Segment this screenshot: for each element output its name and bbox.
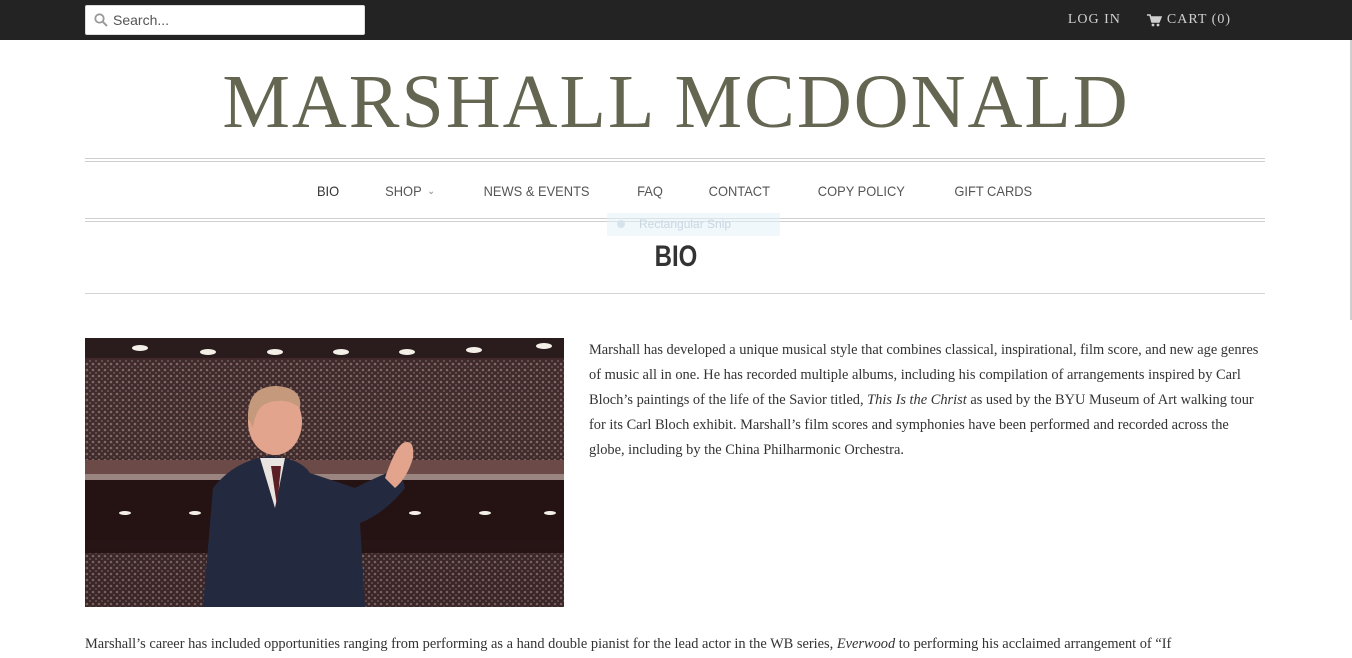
title-divider: [85, 293, 1265, 294]
nav-item-gift-cards[interactable]: GIFT CARDS: [935, 175, 1051, 207]
nav-item-contact[interactable]: CONTACT: [689, 175, 789, 207]
chevron-down-icon: ⌄: [426, 185, 435, 197]
nav-item-news-events[interactable]: NEWS & EVENTS: [464, 175, 609, 207]
nav-item-label: COPY POLICY: [818, 183, 906, 199]
nav-item-faq[interactable]: FAQ: [618, 175, 682, 207]
site-logo[interactable]: MARSHALL MCDONALD: [0, 62, 1352, 142]
search-icon: [94, 13, 108, 27]
main-nav: BIO SHOP ⌄ NEWS & EVENTS FAQ CONTACT COPY…: [0, 175, 1352, 207]
conductor-photo: [85, 338, 564, 607]
album-title: This Is the Christ: [867, 392, 967, 408]
nav-item-label: BIO: [317, 183, 340, 199]
bio-text: to performing his acclaimed arrangement …: [895, 636, 1172, 652]
bio-paragraph-2: Marshall’s career has included opportuni…: [85, 632, 1265, 657]
nav-item-copy-policy[interactable]: COPY POLICY: [799, 175, 925, 207]
bio-text: Marshall’s career has included opportuni…: [85, 636, 837, 652]
cart-icon: [1146, 13, 1162, 26]
nav-item-label: FAQ: [636, 183, 663, 199]
page-title: BIO: [654, 240, 698, 273]
snip-tool-overlay[interactable]: Rectangular Snip: [607, 213, 780, 236]
cart-link[interactable]: CART (0): [1146, 12, 1231, 28]
nav-item-shop[interactable]: SHOP ⌄: [365, 175, 453, 207]
search-input[interactable]: [113, 9, 358, 31]
nav-item-label: CONTACT: [708, 183, 770, 199]
nav-divider-top: [85, 158, 1265, 162]
nav-item-label: SHOP: [384, 183, 422, 199]
nav-item-label: GIFT CARDS: [954, 183, 1033, 199]
bio-paragraph-1: Marshall has developed a unique musical …: [589, 338, 1265, 463]
series-title: Everwood: [836, 636, 896, 652]
nav-item-bio[interactable]: BIO: [298, 175, 359, 207]
snip-icon: [617, 220, 625, 228]
nav-item-label: NEWS & EVENTS: [483, 183, 590, 199]
snip-label: Rectangular Snip: [639, 217, 732, 231]
search-box[interactable]: [85, 5, 365, 35]
cart-label: CART (0): [1166, 12, 1231, 27]
top-bar: LOG IN CART (0): [0, 0, 1352, 40]
login-link[interactable]: LOG IN: [1068, 12, 1121, 28]
